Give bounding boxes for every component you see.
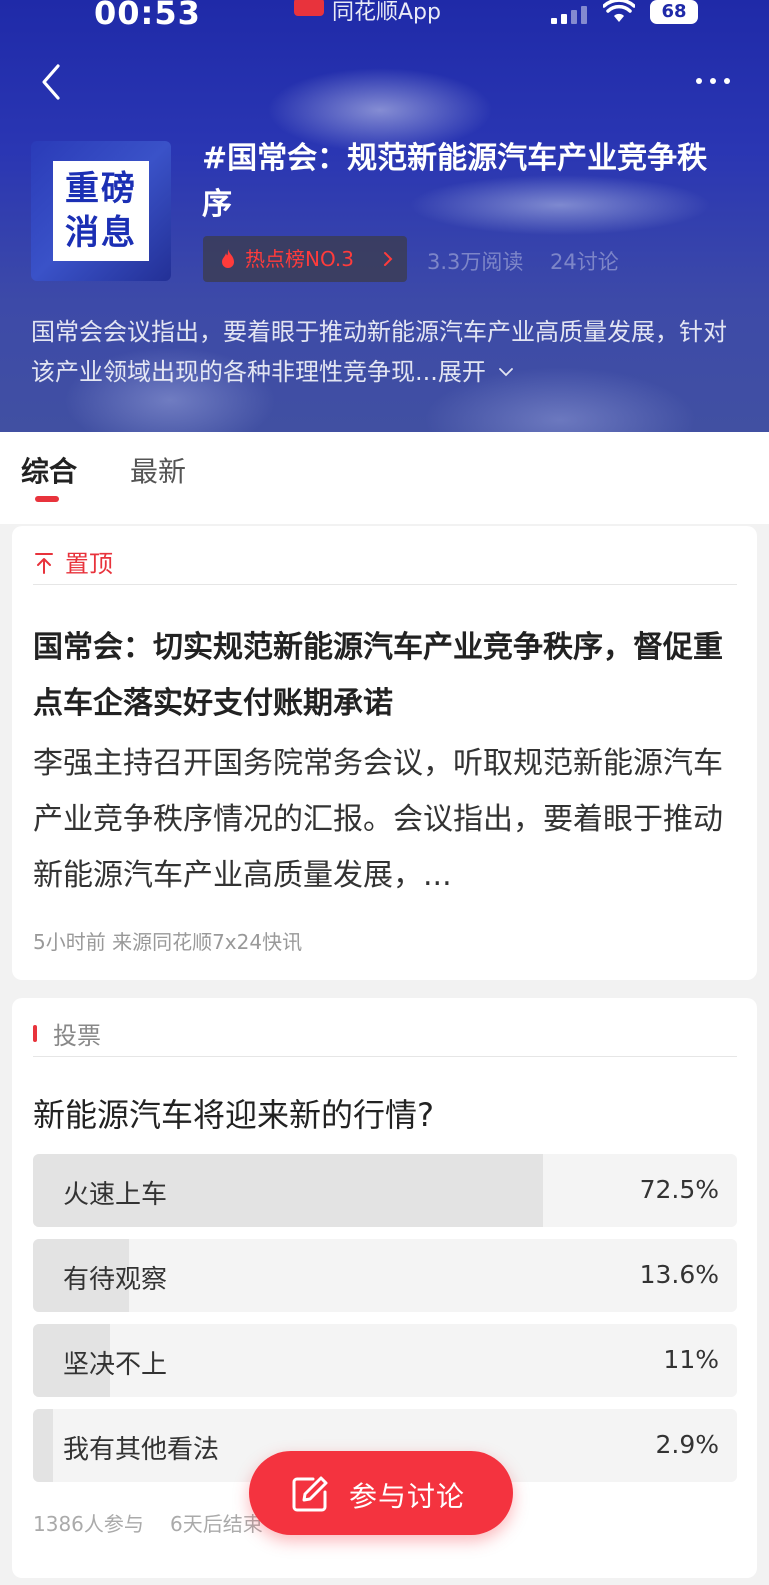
more-options-button[interactable] <box>694 66 738 96</box>
vote-option-percent: 11% <box>663 1345 719 1374</box>
flame-icon <box>222 249 234 268</box>
topic-title: #国常会：规范新能源汽车产业竞争秩序 <box>202 141 708 222</box>
section-marker <box>33 1025 37 1042</box>
cover-text-line2: 消息 <box>65 213 137 253</box>
article-summary: 李强主持召开国务院常务会议，听取规范新能源汽车产业竞争秩序情况的汇报。会议指出，… <box>33 746 723 893</box>
pinned-article-card[interactable]: 置顶 国常会：切实规范新能源汽车产业竞争秩序，督促重点车企落实好支付账期承诺 李… <box>12 526 757 980</box>
topic-description: 国常会会议指出，要着眼于推动新能源汽车产业高质量发展，针对该产业领域出现的各种非… <box>31 312 731 392</box>
divider <box>33 1056 737 1057</box>
back-to-app[interactable]: 同花顺App <box>294 0 441 26</box>
pinned-label: 置顶 <box>33 544 113 579</box>
vote-option-percent: 13.6% <box>639 1260 719 1289</box>
vote-label: 投票 <box>53 1022 101 1050</box>
cover-text-line1: 重磅 <box>65 169 137 209</box>
vote-option-label: 坚决不上 <box>63 1350 168 1380</box>
tab-bar: 综合 最新 <box>0 432 769 524</box>
vote-option[interactable]: 坚决不上 11% <box>33 1324 737 1397</box>
vote-section-header: 投票 <box>33 1016 101 1051</box>
pinned-label-text: 置顶 <box>65 550 113 578</box>
read-count: 3.3万阅读 <box>427 250 524 274</box>
active-tab-indicator <box>35 496 59 502</box>
topic-header: 00:53 同花顺App 68 重磅 消息 #国常会：规范新能源汽车产业竞争秩序… <box>0 0 769 432</box>
cellular-signal-icon <box>551 4 591 24</box>
tab-latest[interactable]: 最新 <box>130 450 186 490</box>
join-discussion-label: 参与讨论 <box>349 1480 466 1513</box>
edit-icon <box>292 1476 328 1512</box>
vote-option-percent: 2.9% <box>655 1430 719 1459</box>
back-button[interactable] <box>34 60 74 104</box>
pin-top-icon <box>35 553 53 574</box>
discussion-count: 24讨论 <box>550 250 619 274</box>
article-meta: 5小时前 来源同花顺7x24快讯 <box>33 930 303 954</box>
hot-rank-badge[interactable]: 热点榜NO.3 <box>203 236 407 282</box>
vote-question: 新能源汽车将迎来新的行情? <box>33 1096 434 1134</box>
vote-option-percent: 72.5% <box>639 1175 719 1204</box>
wifi-icon <box>603 0 635 22</box>
vote-option-bar <box>33 1409 54 1482</box>
expand-button[interactable]: 展开 <box>438 358 514 386</box>
description-text: 国常会会议指出，要着眼于推动新能源汽车产业高质量发展，针对该产业领域出现的各种非… <box>31 318 727 386</box>
status-bar: 00:53 同花顺App 68 <box>0 0 769 32</box>
vote-option-label: 我有其他看法 <box>63 1435 220 1465</box>
app-icon <box>294 0 324 16</box>
status-time: 00:53 <box>94 0 201 32</box>
vote-end-time: 6天后结束 <box>170 1512 263 1536</box>
hot-rank-label: 热点榜NO.3 <box>245 247 354 271</box>
expand-label: 展开 <box>437 358 486 386</box>
topic-cover-image: 重磅 消息 <box>31 141 171 281</box>
vote-participants: 1386人参与 <box>33 1512 144 1536</box>
divider <box>33 584 737 585</box>
chevron-down-icon <box>498 368 513 377</box>
vote-option-label: 有待观察 <box>63 1265 168 1295</box>
article-title[interactable]: 国常会：切实规范新能源汽车产业竞争秩序，督促重点车企落实好支付账期承诺 <box>33 620 737 732</box>
vote-option[interactable]: 有待观察 13.6% <box>33 1239 737 1312</box>
topic-page: 00:53 同花顺App 68 重磅 消息 #国常会：规范新能源汽车产业竞争秩序… <box>0 0 769 1585</box>
tab-comprehensive[interactable]: 综合 <box>21 450 77 490</box>
app-name: 同花顺App <box>332 0 441 25</box>
vote-option[interactable]: 火速上车 72.5% <box>33 1154 737 1227</box>
vote-option-label: 火速上车 <box>63 1180 168 1210</box>
chevron-right-icon <box>384 252 393 266</box>
join-discussion-button[interactable]: 参与讨论 <box>249 1451 513 1535</box>
battery-icon: 68 <box>650 0 698 24</box>
